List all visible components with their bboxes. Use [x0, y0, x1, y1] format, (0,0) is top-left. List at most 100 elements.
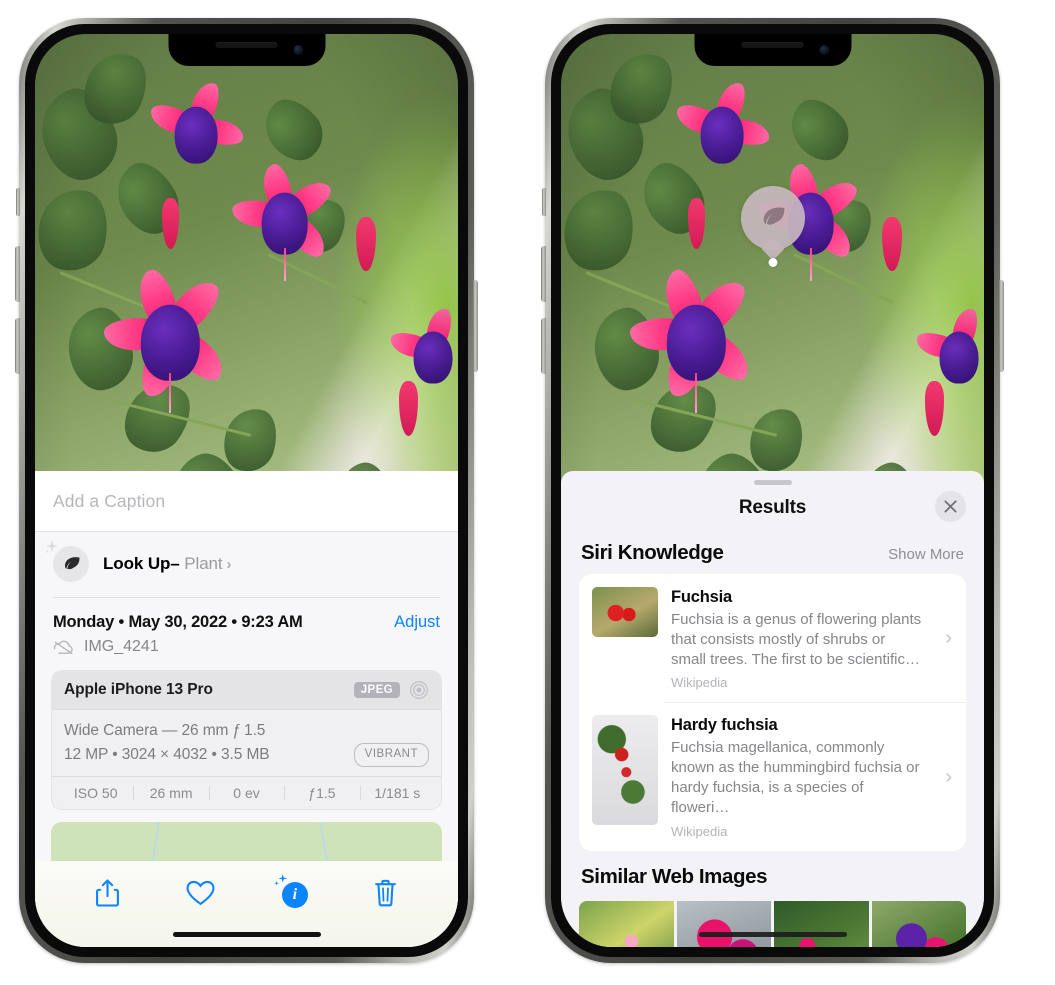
look-up-subject: Plant [184, 554, 223, 573]
results-sheet: Results Siri Knowledge Show More Fuchsia… [561, 471, 984, 947]
exif-exposure: 0 ev [208, 785, 284, 801]
notch [168, 34, 325, 66]
similar-web-images-header: Similar Web Images [561, 851, 984, 891]
look-up-row[interactable]: Look Up– Plant › [35, 532, 458, 598]
knowledge-body: Fuchsia Fuchsia is a genus of flowering … [671, 587, 930, 690]
leaf-glyph [64, 556, 79, 569]
front-camera-icon [293, 45, 303, 55]
size-line: 12 MP • 3024 × 4032 • 3.5 MB [64, 746, 270, 764]
look-up-title: Look Up [103, 554, 171, 573]
heart-icon [186, 880, 215, 906]
chevron-right-icon: › [226, 556, 232, 573]
look-up-label: Look Up– Plant › [103, 554, 232, 574]
adjust-link[interactable]: Adjust [394, 613, 440, 632]
camera-device: Apple iPhone 13 Pro [64, 681, 213, 698]
knowledge-source: Wikipedia [671, 823, 728, 839]
screenshot-stage: Add a Caption Look Up– Plant › Monday • … [0, 0, 1055, 985]
favorite-button[interactable] [178, 871, 222, 915]
photo-date: Monday • May 30, 2022 • 9:23 AM [53, 613, 303, 631]
delete-button[interactable] [364, 871, 408, 915]
knowledge-description: Fuchsia is a genus of flowering plants t… [671, 610, 922, 668]
trash-icon [375, 879, 396, 907]
caption-placeholder: Add a Caption [53, 491, 166, 511]
web-image-thumb[interactable] [676, 900, 771, 947]
phone-bezel: Add a Caption Look Up– Plant › Monday • … [25, 24, 468, 957]
volume-down-button[interactable] [541, 318, 546, 374]
size-line-row: 12 MP • 3024 × 4032 • 3.5 MB VIBRANT [64, 743, 429, 767]
notch [694, 34, 851, 66]
aperture-icon [410, 681, 428, 699]
exif-header: Apple iPhone 13 Pro JPEG [52, 671, 441, 710]
lens-line: Wide Camera — 26 mm ƒ 1.5 [64, 722, 266, 739]
web-image-thumb[interactable] [579, 900, 674, 947]
share-button[interactable] [85, 871, 129, 915]
volume-down-button[interactable] [15, 318, 20, 374]
home-indicator[interactable] [172, 932, 321, 937]
power-button[interactable] [473, 280, 478, 372]
home-indicator[interactable] [698, 932, 847, 937]
exif-aperture: ƒ1.5 [284, 785, 359, 801]
photo-info-sheet: Add a Caption Look Up– Plant › Monday • … [35, 471, 458, 947]
siri-knowledge-card: Fuchsia Fuchsia is a genus of flowering … [579, 574, 966, 851]
front-camera-icon [819, 45, 829, 55]
ringer-switch[interactable] [542, 188, 546, 216]
visual-look-up-anchor-dot [768, 258, 777, 267]
earpiece-speaker [741, 42, 804, 48]
screen-right: Results Siri Knowledge Show More Fuchsia… [561, 34, 984, 947]
close-button[interactable] [935, 491, 966, 522]
exif-shutter: 1/181 s [359, 785, 435, 801]
iphone-left-photo-info: Add a Caption Look Up– Plant › Monday • … [15, 18, 478, 963]
file-row: IMG_4241 [35, 635, 458, 668]
results-header: Results [561, 485, 984, 527]
info-button[interactable]: i [271, 871, 315, 915]
look-up-dash: – [170, 554, 180, 573]
siri-knowledge-header: Siri Knowledge Show More [561, 527, 984, 574]
phone-bezel: Results Siri Knowledge Show More Fuchsia… [551, 24, 994, 957]
exif-badges: JPEG [353, 680, 429, 700]
knowledge-source: Wikipedia [671, 675, 728, 691]
chevron-right-icon: › [945, 765, 952, 788]
close-icon [944, 500, 957, 513]
file-name: IMG_4241 [84, 638, 159, 655]
volume-up-button[interactable] [541, 246, 546, 302]
iphone-right-visual-lookup-results: Results Siri Knowledge Show More Fuchsia… [541, 18, 1004, 963]
info-sparkle-icon: i [274, 874, 308, 908]
power-button[interactable] [999, 280, 1004, 372]
info-glyph: i [281, 882, 308, 908]
style-badge: VIBRANT [353, 743, 429, 767]
screen-left: Add a Caption Look Up– Plant › Monday • … [35, 34, 458, 947]
earpiece-speaker [215, 42, 278, 48]
results-title: Results [738, 497, 807, 518]
sparkle-icon [45, 540, 58, 554]
exif-body: Wide Camera — 26 mm ƒ 1.5 12 MP • 3024 ×… [52, 710, 441, 776]
show-more-button[interactable]: Show More [888, 546, 964, 563]
volume-up-button[interactable] [15, 246, 20, 302]
share-icon [95, 879, 119, 907]
format-badge: JPEG [353, 682, 400, 698]
hardy-fuchsia-thumbnail [592, 715, 658, 826]
fuchsia-thumbnail [592, 587, 658, 637]
web-image-thumb[interactable] [871, 900, 966, 947]
exif-card: Apple iPhone 13 Pro JPEG Wide Camera — 2… [51, 670, 442, 811]
photo-meta-row: Monday • May 30, 2022 • 9:23 AM Adjust [35, 598, 458, 635]
leaf-icon [763, 207, 784, 225]
visual-look-up-badge[interactable] [740, 186, 805, 250]
knowledge-description: Fuchsia magellanica, commonly known as t… [671, 739, 920, 816]
section-title: Similar Web Images [581, 864, 768, 888]
knowledge-body: Hardy fuchsia Fuchsia magellanica, commo… [671, 715, 930, 838]
knowledge-title: Fuchsia [671, 588, 732, 606]
web-image-thumb[interactable] [774, 900, 869, 947]
exif-focal: 26 mm [133, 785, 208, 801]
ringer-switch[interactable] [16, 188, 20, 216]
exif-settings-row: ISO 50 26 mm 0 ev ƒ1.5 1/181 s [52, 776, 441, 810]
similar-web-images-strip[interactable] [579, 900, 966, 947]
leaf-icon [45, 540, 89, 582]
knowledge-title: Hardy fuchsia [671, 716, 778, 735]
section-title: Siri Knowledge [581, 541, 724, 564]
knowledge-item-fuchsia[interactable]: Fuchsia Fuchsia is a genus of flowering … [579, 574, 966, 702]
knowledge-item-hardy-fuchsia[interactable]: Hardy fuchsia Fuchsia magellanica, commo… [579, 702, 966, 850]
chevron-right-icon: › [945, 627, 952, 650]
caption-field[interactable]: Add a Caption [35, 471, 458, 532]
cloud-slash-icon [53, 640, 73, 654]
exif-iso: ISO 50 [73, 785, 118, 802]
